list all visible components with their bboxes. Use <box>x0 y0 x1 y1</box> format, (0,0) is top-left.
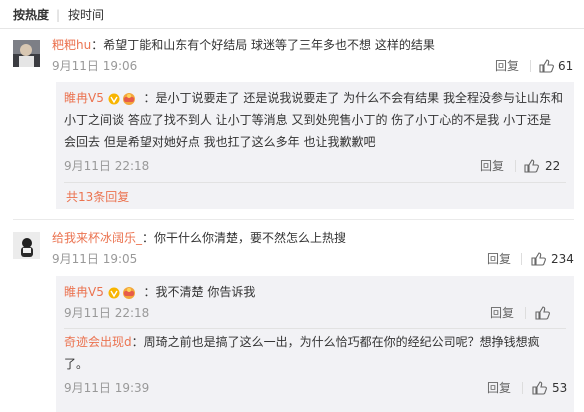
vip-badge-icon <box>108 92 135 105</box>
reply-text-line-2: 小丁之间谈 答应了找不到人 让小丁等消息 又到处兜售小丁的 伤了小丁心的不是我 … <box>64 113 552 127</box>
comment-time: 9月11日 19:05 <box>52 252 138 266</box>
reply-time: 9月11日 22:18 <box>64 306 150 320</box>
comment-text: 你干什么你清楚，要不然怎么上热搜 <box>154 231 347 245</box>
comment-text: 希望丁能和山东有个好结局 球迷等了三年多也不想 这样的结果 <box>103 38 435 52</box>
reply-button[interactable]: 回复 <box>495 59 519 73</box>
more-replies-link[interactable]: 共13条回复 <box>66 190 129 204</box>
reply-text-line-1: 周琦之前也是搞了这么一出，为什么恰巧都在你的经纪公司呢？想挣钱想疯 <box>143 335 540 349</box>
like-count: 53 <box>552 381 568 395</box>
avatar[interactable] <box>13 40 40 67</box>
sort-by-time[interactable]: 按时间 <box>68 8 104 22</box>
reply-time: 9月11日 19:39 <box>64 381 150 395</box>
reply-username[interactable]: 睢冉V5 <box>64 91 104 105</box>
vip-badge-icon <box>108 286 135 299</box>
reply-button[interactable]: 回复 <box>490 306 514 320</box>
reply-button[interactable]: 回复 <box>487 252 511 266</box>
thumbs-up-icon[interactable] <box>531 252 546 266</box>
sort-separator: | <box>56 8 61 22</box>
reply-username[interactable]: 奇迹会出现d <box>64 335 132 349</box>
comment-username[interactable]: 粑粑hu <box>52 38 91 52</box>
reply-divider <box>64 328 566 329</box>
thumbs-up-icon[interactable] <box>532 381 547 395</box>
reply-text-line-2: 了。 <box>64 357 89 371</box>
comment-time: 9月11日 19:06 <box>52 59 138 73</box>
comment-username[interactable]: 给我来杯冰阔乐_ <box>52 231 142 245</box>
thumbs-up-icon[interactable] <box>539 59 554 73</box>
reply-divider <box>64 182 566 183</box>
divider <box>515 160 516 172</box>
thumbs-up-icon[interactable] <box>524 159 539 173</box>
reply-time: 9月11日 22:18 <box>64 159 150 173</box>
comment-divider <box>13 219 574 220</box>
reply-box-2: 睢冉V5 ：我不清楚 你告诉我 9月11日 22:18 回复 奇迹会出现d：周琦… <box>56 276 574 412</box>
divider <box>521 253 522 265</box>
reply-box-1: 睢冉V5 ：是小丁说要走了 还是说我说要走了 为什么不会有结果 我全程没参与让山… <box>56 82 574 209</box>
sort-by-hot[interactable]: 按热度 <box>13 8 49 22</box>
avatar[interactable] <box>13 232 40 259</box>
reply-button[interactable]: 回复 <box>480 159 504 173</box>
reply-text-line-3: 会回去 但是希望对她好点 我也扛了这么多年 也让我歉歉吧 <box>64 135 376 149</box>
reply-username[interactable]: 睢冉V5 <box>64 285 104 299</box>
like-count: 61 <box>558 59 574 73</box>
like-count: 234 <box>551 252 574 266</box>
sort-bar: 按热度 | 按时间 <box>0 0 584 29</box>
thumbs-up-icon[interactable] <box>535 306 550 320</box>
divider <box>530 60 531 72</box>
reply-button[interactable]: 回复 <box>487 381 511 395</box>
divider <box>525 307 526 319</box>
divider <box>522 382 523 394</box>
reply-text-line-1: 我不清楚 你告诉我 <box>155 285 256 299</box>
like-count: 22 <box>545 159 561 173</box>
reply-text-line-1: 是小丁说要走了 还是说我说要走了 为什么不会有结果 我全程没参与让山东和 <box>155 91 563 105</box>
